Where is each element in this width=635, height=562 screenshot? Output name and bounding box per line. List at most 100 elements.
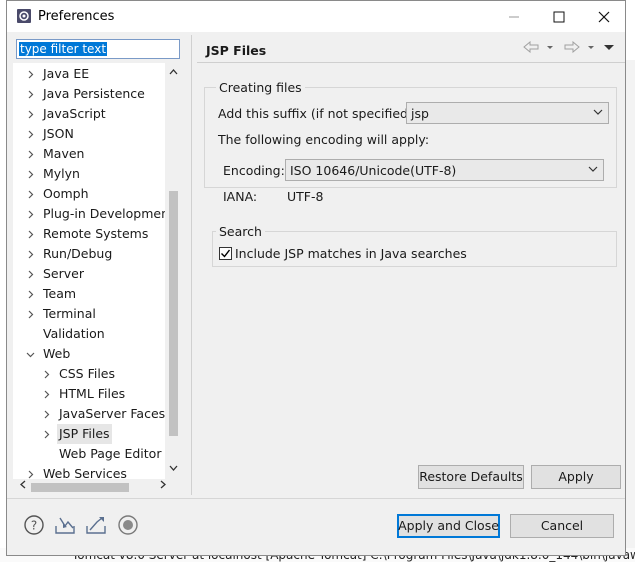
tree-item-label: HTML Files [59,386,126,401]
tree-item-plug-in-development[interactable]: Plug-in Development [13,204,174,224]
background-ide-edge [626,60,635,560]
minimize-button[interactable] [491,1,537,32]
chevron-down-icon [593,106,603,121]
tree-item-label: Plug-in Development [43,206,174,221]
scroll-left-icon[interactable] [15,479,31,495]
chevron-right-icon[interactable] [25,64,35,84]
chevron-right-icon[interactable] [41,364,51,384]
filter-text-selected: type filter text [19,42,108,56]
encoding-value: ISO 10646/Unicode(UTF-8) [290,163,457,178]
preference-tree[interactable]: Java EE Java Persistence JavaScript JSON Mav… [13,63,179,479]
include-jsp-checkbox[interactable] [219,247,232,260]
vertical-scroll-thumb[interactable] [169,191,178,436]
chevron-right-icon[interactable] [25,184,35,204]
preferences-app-icon [17,9,31,23]
tree-item-label: Run/Debug [43,246,113,261]
view-menu-icon[interactable] [604,41,614,57]
chevron-right-icon[interactable] [25,224,35,244]
encoding-combo[interactable]: ISO 10646/Unicode(UTF-8) [285,159,604,181]
title-bar[interactable]: Preferences [7,1,625,32]
tree-item-html-files[interactable]: HTML Files [13,384,165,404]
tree-item-label: Maven [43,146,85,161]
tree-item-terminal[interactable]: Terminal [13,304,165,324]
suffix-value: jsp [411,106,429,121]
tree-item-jsp-files[interactable]: JSP Files [13,424,165,444]
tree-item-label: Web Page Editor [59,446,162,461]
export-icon[interactable] [85,514,107,536]
apply-and-close-button[interactable]: Apply and Close [397,514,500,538]
tree-item-label: Server [43,266,84,281]
chevron-down-icon[interactable] [25,344,35,364]
tree-item-validation[interactable]: Validation [13,324,165,344]
chevron-right-icon[interactable] [25,204,35,224]
search-group-title: Search [216,224,265,239]
chevron-right-icon[interactable] [25,84,35,104]
tree-item-label: Validation [43,326,105,341]
tree-item-server[interactable]: Server [13,264,165,284]
tree-item-web[interactable]: Web [13,344,165,364]
chevron-right-icon[interactable] [25,464,35,479]
tree-item-team[interactable]: Team [13,284,165,304]
tree-item-label: JavaServer Faces Tc [59,406,179,421]
tree-item-run-debug[interactable]: Run/Debug [13,244,165,264]
tree-item-css-files[interactable]: CSS Files [13,364,165,384]
close-icon [598,11,610,22]
scroll-down-icon[interactable] [165,461,181,477]
chevron-right-icon[interactable] [25,124,35,144]
tree-item-json[interactable]: JSON [13,124,165,144]
tree-vertical-scrollbar[interactable] [165,63,181,479]
chevron-right-icon[interactable] [41,424,51,444]
forward-menu-chevron-down-icon[interactable] [587,41,595,57]
header-separator [197,62,625,63]
horizontal-scroll-thumb[interactable] [31,483,129,492]
encoding-label: Encoding: [223,163,285,178]
tree-horizontal-scrollbar[interactable] [13,479,181,495]
maximize-button[interactable] [536,1,582,32]
oomph-record-icon[interactable] [117,514,139,536]
tree-item-label: Java Persistence [43,86,145,101]
creating-files-title: Creating files [216,80,305,95]
chevron-right-icon[interactable] [25,104,35,124]
close-button[interactable] [581,1,627,32]
tree-item-javascript[interactable]: JavaScript [13,104,165,124]
tree-item-java-ee[interactable]: Java EE [13,64,165,84]
tree-item-mylyn[interactable]: Mylyn [13,164,165,184]
tree-item-remote-systems[interactable]: Remote Systems [13,224,165,244]
chevron-right-icon[interactable] [25,304,35,324]
tree-item-label: Java EE [43,66,90,81]
chevron-right-icon[interactable] [41,384,51,404]
chevron-right-icon[interactable] [25,264,35,284]
cancel-button[interactable]: Cancel [510,514,614,538]
checkmark-icon [221,249,231,258]
apply-button[interactable]: Apply [531,465,621,489]
scroll-right-icon[interactable] [155,479,171,495]
import-icon[interactable] [54,514,76,536]
iana-value: UTF-8 [287,189,324,204]
tree-item-label: Oomph [43,186,89,201]
scroll-up-icon[interactable] [165,65,181,81]
tree-item-label: JavaScript [43,106,106,121]
back-icon[interactable] [523,40,539,57]
chevron-right-icon[interactable] [25,244,35,264]
pane-divider[interactable] [191,35,192,495]
suffix-combo[interactable]: jsp [406,102,609,124]
chevron-right-icon[interactable] [25,284,35,304]
help-icon[interactable]: ? [23,514,45,536]
tree-item-label: JSP Files [57,424,112,444]
tree-item-java-persistence[interactable]: Java Persistence [13,84,165,104]
tree-item-oomph[interactable]: Oomph [13,184,165,204]
restore-defaults-button[interactable]: Restore Defaults [418,465,524,489]
back-menu-chevron-down-icon[interactable] [546,41,554,57]
tree-item-maven[interactable]: Maven [13,144,165,164]
tree-item-web-page-editor[interactable]: Web Page Editor [13,444,165,464]
tree-item-web-services[interactable]: Web Services [13,464,165,479]
chevron-right-icon[interactable] [25,164,35,184]
tree-item-javaserver-faces-tc[interactable]: JavaServer Faces Tc [13,404,179,424]
tree-item-label: Mylyn [43,166,80,181]
filter-input[interactable]: type filter text [16,39,180,59]
tree-item-label: Web [43,346,71,361]
forward-icon[interactable] [564,40,580,57]
chevron-right-icon[interactable] [41,404,51,424]
chevron-right-icon[interactable] [25,144,35,164]
include-jsp-label[interactable]: Include JSP matches in Java searches [235,246,467,261]
